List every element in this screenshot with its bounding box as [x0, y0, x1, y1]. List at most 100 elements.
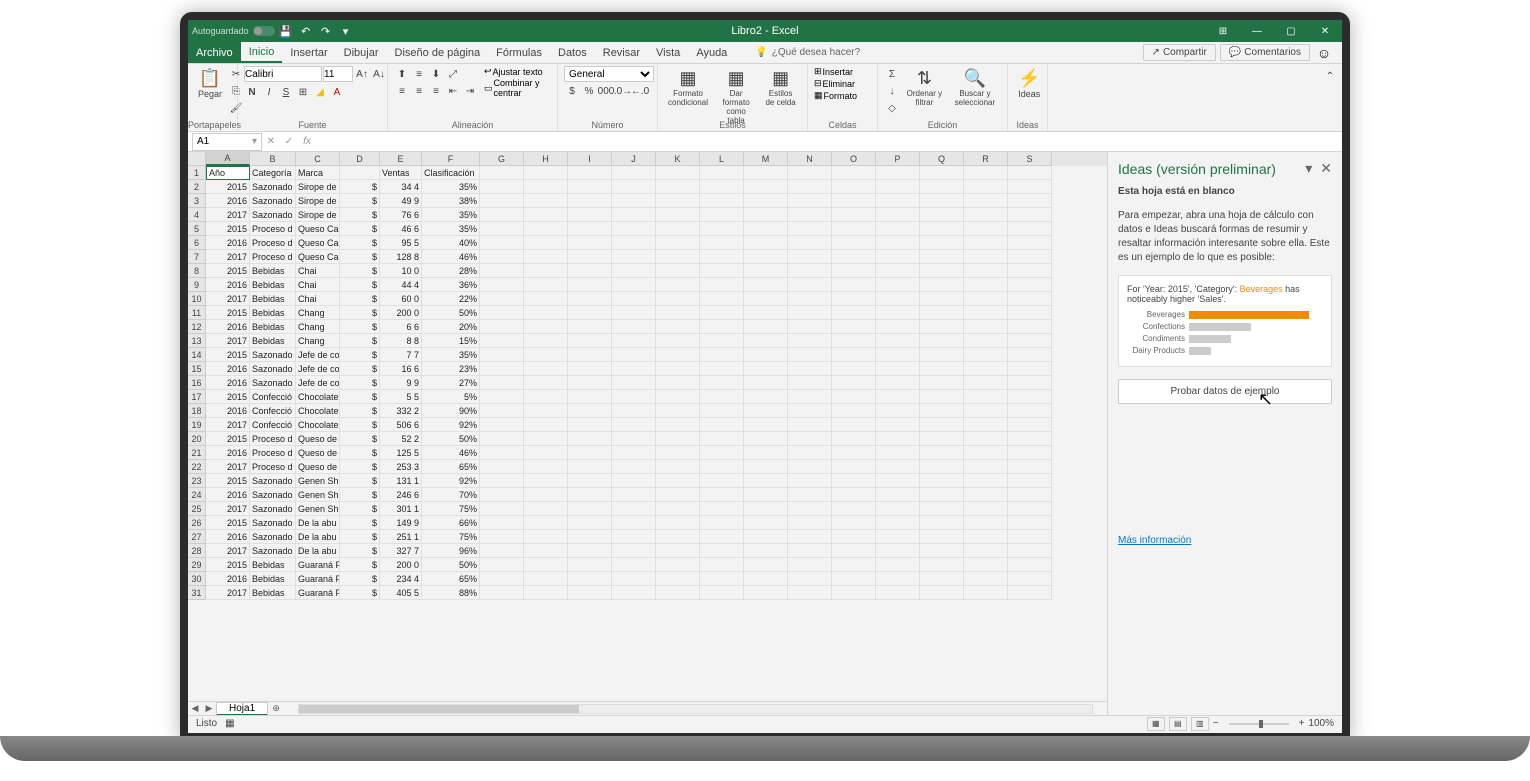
menu-item-ayuda[interactable]: Ayuda [688, 42, 735, 63]
cell[interactable] [700, 488, 744, 502]
row-header[interactable]: 11 [188, 306, 206, 320]
cell[interactable] [788, 208, 832, 222]
cell[interactable]: $ [340, 208, 380, 222]
cell[interactable] [524, 264, 568, 278]
cell[interactable]: 2015 [206, 306, 250, 320]
cell[interactable] [568, 166, 612, 180]
cell[interactable]: Bebidas [250, 264, 296, 278]
add-sheet-button[interactable]: ⊕ [268, 702, 284, 716]
cell[interactable] [656, 460, 700, 474]
cell[interactable]: Chang [296, 334, 340, 348]
cell[interactable] [876, 418, 920, 432]
sheet-tab[interactable]: Hoja1 [216, 702, 268, 716]
cell[interactable] [656, 474, 700, 488]
zoom-thumb[interactable] [1259, 720, 1263, 728]
cell[interactable] [920, 236, 964, 250]
cell[interactable]: 10 0 [380, 264, 422, 278]
cell[interactable] [876, 432, 920, 446]
cell[interactable] [700, 292, 744, 306]
cell[interactable] [524, 586, 568, 600]
format-cells-button[interactable]: ▦Formato [814, 90, 857, 101]
cell[interactable] [524, 530, 568, 544]
cell[interactable] [1008, 516, 1052, 530]
cell[interactable] [744, 166, 788, 180]
cell[interactable] [656, 222, 700, 236]
cell[interactable]: Queso Ca [296, 236, 340, 250]
cell[interactable] [524, 432, 568, 446]
cell[interactable] [656, 376, 700, 390]
cell[interactable] [480, 306, 524, 320]
cell[interactable] [612, 334, 656, 348]
cell[interactable] [876, 362, 920, 376]
menu-item-vista[interactable]: Vista [648, 42, 688, 63]
cell[interactable] [480, 502, 524, 516]
cell[interactable]: $ [340, 180, 380, 194]
column-header-R[interactable]: R [964, 152, 1008, 166]
cell[interactable]: $ [340, 278, 380, 292]
cell[interactable]: 38% [422, 194, 480, 208]
cell[interactable]: Proceso d [250, 250, 296, 264]
cell[interactable] [568, 404, 612, 418]
cell[interactable] [700, 194, 744, 208]
cell[interactable] [568, 376, 612, 390]
cell[interactable]: 92% [422, 418, 480, 432]
row-header[interactable]: 8 [188, 264, 206, 278]
cell[interactable] [340, 166, 380, 180]
cell[interactable] [700, 250, 744, 264]
cell[interactable]: 2017 [206, 586, 250, 600]
cell[interactable]: 46% [422, 250, 480, 264]
cell[interactable] [788, 264, 832, 278]
cell[interactable] [1008, 194, 1052, 208]
cell[interactable] [964, 222, 1008, 236]
cell[interactable]: 125 5 [380, 446, 422, 460]
cell[interactable]: 2016 [206, 320, 250, 334]
cell[interactable] [480, 376, 524, 390]
cell[interactable]: Bebidas [250, 292, 296, 306]
autosum-icon[interactable]: Σ [884, 66, 900, 82]
cell[interactable]: Queso de [296, 446, 340, 460]
cell[interactable] [656, 250, 700, 264]
cell[interactable]: 2015 [206, 474, 250, 488]
cell[interactable] [568, 572, 612, 586]
cell[interactable]: 36% [422, 278, 480, 292]
cell[interactable]: $ [340, 264, 380, 278]
cell[interactable] [920, 320, 964, 334]
cell[interactable] [480, 530, 524, 544]
cell[interactable]: $ [340, 250, 380, 264]
row-header[interactable]: 6 [188, 236, 206, 250]
cell[interactable]: 2015 [206, 264, 250, 278]
cell[interactable]: $ [340, 418, 380, 432]
cell[interactable] [568, 488, 612, 502]
cell[interactable] [524, 488, 568, 502]
cell[interactable]: 75% [422, 530, 480, 544]
row-header[interactable]: 1 [188, 166, 206, 180]
cell[interactable] [832, 320, 876, 334]
cell[interactable] [700, 432, 744, 446]
cell[interactable] [656, 572, 700, 586]
cell[interactable] [568, 446, 612, 460]
cell[interactable]: $ [340, 572, 380, 586]
cell[interactable] [480, 180, 524, 194]
cell[interactable]: 20% [422, 320, 480, 334]
cell[interactable]: 2015 [206, 222, 250, 236]
cell[interactable] [1008, 278, 1052, 292]
cell[interactable]: 44 4 [380, 278, 422, 292]
cell[interactable] [1008, 474, 1052, 488]
cell[interactable]: 2016 [206, 572, 250, 586]
zoom-slider[interactable] [1229, 723, 1289, 725]
cell[interactable]: 65% [422, 572, 480, 586]
cell[interactable] [612, 558, 656, 572]
column-header-H[interactable]: H [524, 152, 568, 166]
cell[interactable] [744, 544, 788, 558]
cell[interactable] [744, 236, 788, 250]
cell[interactable] [964, 516, 1008, 530]
conditional-format-button[interactable]: ▦Formato condicional [664, 66, 712, 109]
cell[interactable] [876, 264, 920, 278]
cell[interactable] [876, 446, 920, 460]
cell[interactable] [1008, 404, 1052, 418]
cell[interactable] [744, 222, 788, 236]
cell[interactable] [788, 278, 832, 292]
cell[interactable] [788, 446, 832, 460]
cell[interactable] [876, 348, 920, 362]
cell[interactable]: 128 8 [380, 250, 422, 264]
